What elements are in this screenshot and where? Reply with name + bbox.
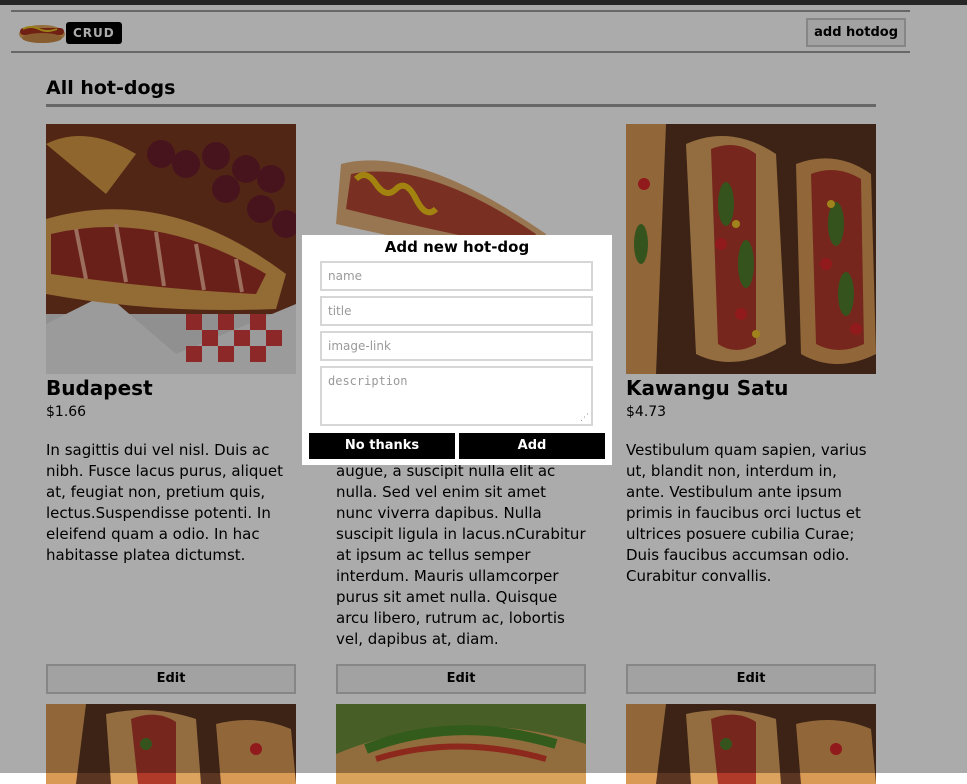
image-link-input[interactable] bbox=[320, 331, 593, 361]
modal-title: Add new hot-dog bbox=[384, 238, 530, 256]
add-hotdog-modal: Add new hot-dog ⋰ No thanks Add bbox=[302, 235, 612, 465]
name-input[interactable] bbox=[320, 261, 593, 291]
cancel-button[interactable]: No thanks bbox=[309, 433, 455, 459]
description-input[interactable] bbox=[320, 366, 593, 426]
resize-grip-icon[interactable]: ⋰ bbox=[580, 413, 590, 423]
title-input[interactable] bbox=[320, 296, 593, 326]
add-button[interactable]: Add bbox=[459, 433, 605, 459]
